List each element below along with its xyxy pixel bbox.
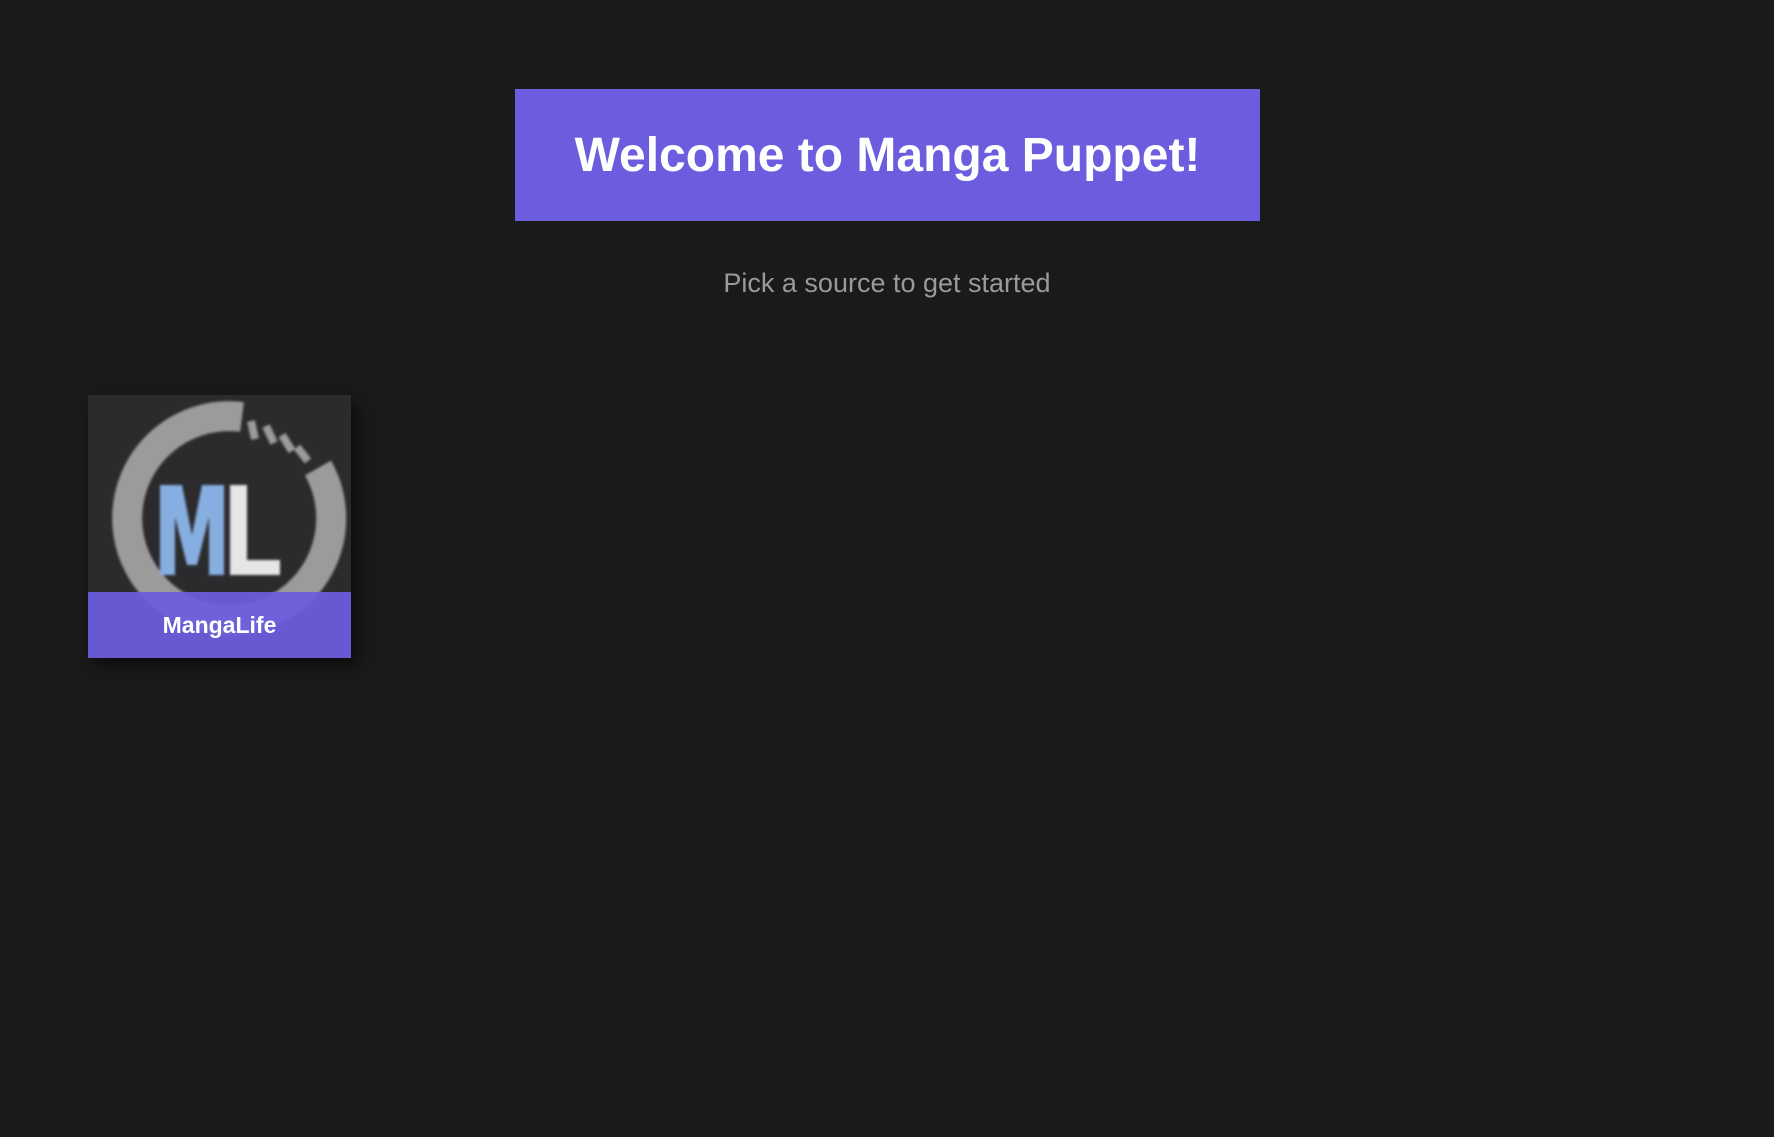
source-grid: MangaLife: [88, 395, 351, 658]
welcome-banner: Welcome to Manga Puppet!: [515, 89, 1260, 221]
source-name: MangaLife: [162, 611, 277, 638]
source-card-mangalife[interactable]: MangaLife: [88, 395, 351, 658]
home-page: Welcome to Manga Puppet! Pick a source t…: [0, 0, 1774, 1137]
page-subtitle: Pick a source to get started: [723, 268, 1051, 298]
page-title: Welcome to Manga Puppet!: [574, 128, 1201, 182]
source-label-bar: MangaLife: [88, 592, 351, 658]
